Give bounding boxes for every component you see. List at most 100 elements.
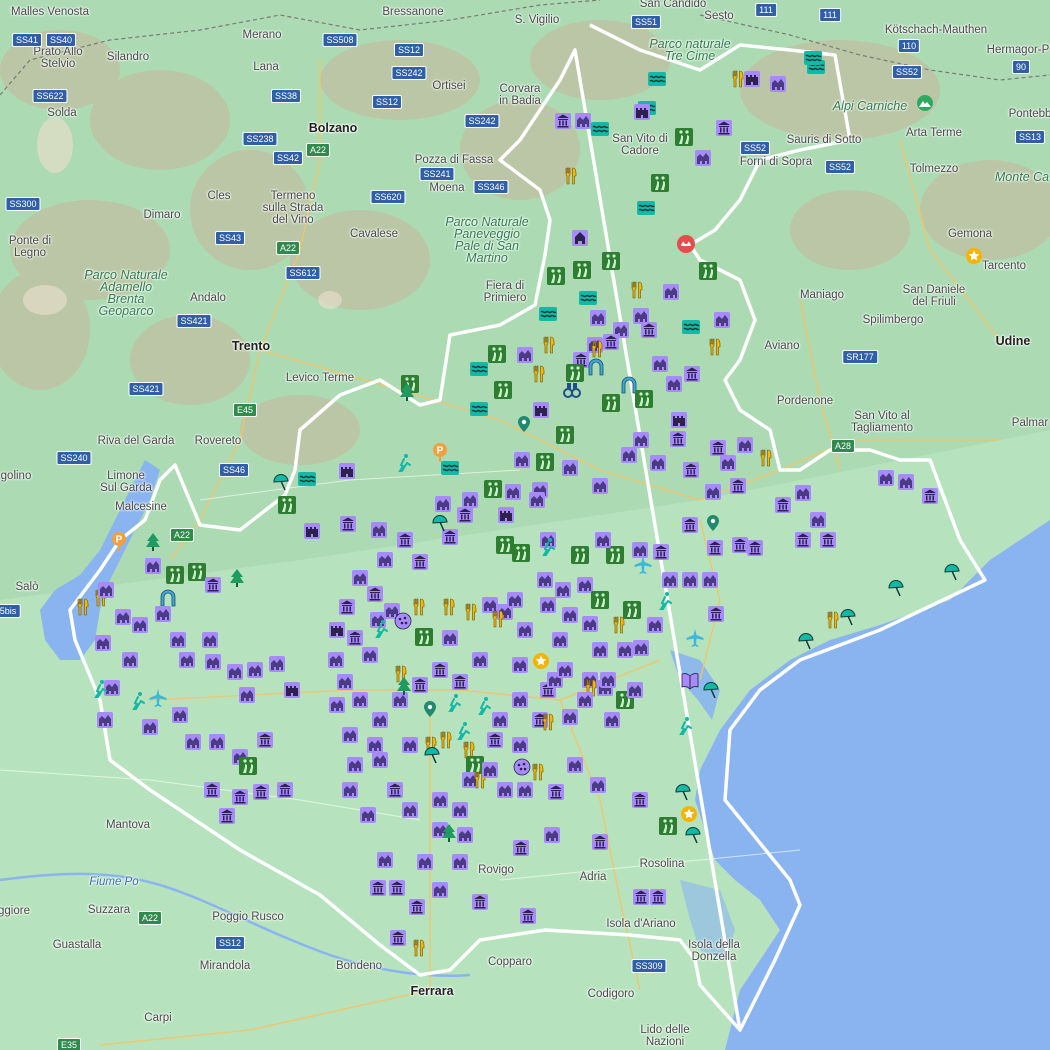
monument-icon[interactable] [518, 906, 538, 926]
villa-icon[interactable] [267, 654, 287, 674]
villa-icon[interactable] [700, 570, 720, 590]
villa-icon[interactable] [661, 282, 681, 302]
monument-icon[interactable] [255, 730, 275, 750]
beach-umbrella-icon[interactable] [701, 680, 721, 700]
hiking-icon[interactable] [483, 479, 503, 499]
villa-icon[interactable] [510, 735, 530, 755]
monument-icon[interactable] [485, 730, 505, 750]
cable-car-icon[interactable] [676, 234, 696, 254]
villa-icon[interactable] [430, 790, 450, 810]
lake-icon[interactable] [297, 469, 317, 489]
lake-icon[interactable] [636, 198, 656, 218]
monument-icon[interactable] [337, 597, 357, 617]
monument-icon[interactable] [470, 892, 490, 912]
monument-icon[interactable] [681, 460, 701, 480]
golf-icon[interactable] [129, 690, 149, 710]
villa-icon[interactable] [550, 630, 570, 650]
starred-place-icon[interactable] [531, 651, 551, 671]
villa-icon[interactable] [470, 650, 490, 670]
hiking-icon[interactable] [601, 251, 621, 271]
villa-icon[interactable] [495, 780, 515, 800]
monument-icon[interactable] [648, 887, 668, 907]
villa-icon[interactable] [703, 482, 723, 502]
villa-icon[interactable] [450, 800, 470, 820]
monument-icon[interactable] [546, 782, 566, 802]
castle-icon[interactable] [337, 461, 357, 481]
restaurant-icon[interactable] [560, 166, 580, 186]
hiking-icon[interactable] [493, 380, 513, 400]
lake-icon[interactable] [578, 288, 598, 308]
monument-icon[interactable] [728, 476, 748, 496]
lake-icon[interactable] [681, 317, 701, 337]
hiking-icon[interactable] [658, 816, 678, 836]
hiking-icon[interactable] [535, 452, 555, 472]
villa-icon[interactable] [625, 680, 645, 700]
cookie-icon[interactable] [393, 611, 413, 631]
villa-icon[interactable] [369, 520, 389, 540]
villa-icon[interactable] [648, 453, 668, 473]
park-tree-icon[interactable] [397, 382, 417, 402]
hiking-icon[interactable] [511, 543, 531, 563]
villa-icon[interactable] [400, 735, 420, 755]
park-tree-icon[interactable] [143, 532, 163, 552]
lake-icon[interactable] [469, 359, 489, 379]
lake-icon[interactable] [803, 48, 823, 68]
monument-icon[interactable] [395, 530, 415, 550]
castle-icon[interactable] [282, 680, 302, 700]
villa-icon[interactable] [183, 732, 203, 752]
golf-icon[interactable] [372, 618, 392, 638]
beach-umbrella-icon[interactable] [271, 472, 291, 492]
villa-icon[interactable] [430, 880, 450, 900]
park-tree-icon[interactable] [394, 676, 414, 696]
restaurant-icon[interactable] [72, 597, 92, 617]
villa-icon[interactable] [512, 450, 532, 470]
villa-icon[interactable] [170, 705, 190, 725]
villa-icon[interactable] [340, 725, 360, 745]
monument-icon[interactable] [388, 928, 408, 948]
hiking-icon[interactable] [590, 590, 610, 610]
villa-icon[interactable] [580, 614, 600, 634]
villa-icon[interactable] [177, 650, 197, 670]
villa-icon[interactable] [93, 633, 113, 653]
church-icon[interactable] [570, 228, 590, 248]
castle-icon[interactable] [302, 521, 322, 541]
villa-icon[interactable] [680, 570, 700, 590]
airport-icon[interactable] [685, 628, 705, 648]
castle-icon[interactable] [496, 505, 516, 525]
villa-icon[interactable] [450, 852, 470, 872]
golf-icon[interactable] [395, 452, 415, 472]
restaurant-icon[interactable] [755, 448, 775, 468]
villa-icon[interactable] [602, 710, 622, 730]
mountain-peak-icon[interactable] [915, 93, 935, 113]
villa-icon[interactable] [535, 570, 555, 590]
monument-icon[interactable] [230, 787, 250, 807]
hiking-icon[interactable] [238, 756, 258, 776]
villa-icon[interactable] [143, 556, 163, 576]
villa-icon[interactable] [140, 717, 160, 737]
villa-icon[interactable] [245, 660, 265, 680]
monument-icon[interactable] [251, 782, 271, 802]
starred-place-icon[interactable] [679, 804, 699, 824]
monument-icon[interactable] [714, 118, 734, 138]
villa-icon[interactable] [560, 707, 580, 727]
monument-icon[interactable] [651, 542, 671, 562]
beach-umbrella-icon[interactable] [673, 782, 693, 802]
monument-icon[interactable] [590, 832, 610, 852]
monument-icon[interactable] [706, 604, 726, 624]
villa-icon[interactable] [345, 755, 365, 775]
villa-icon[interactable] [510, 690, 530, 710]
villa-icon[interactable] [350, 690, 370, 710]
castle-icon[interactable] [531, 400, 551, 420]
monument-icon[interactable] [217, 806, 237, 826]
villa-icon[interactable] [515, 345, 535, 365]
park-tree-icon[interactable] [227, 568, 247, 588]
location-pin-icon[interactable] [420, 698, 440, 718]
hiking-icon[interactable] [277, 495, 297, 515]
monument-icon[interactable] [450, 672, 470, 692]
villa-icon[interactable] [370, 710, 390, 730]
golf-icon[interactable] [676, 715, 696, 735]
hiking-icon[interactable] [546, 266, 566, 286]
restaurant-icon[interactable] [438, 597, 458, 617]
villa-icon[interactable] [712, 310, 732, 330]
villa-icon[interactable] [510, 655, 530, 675]
